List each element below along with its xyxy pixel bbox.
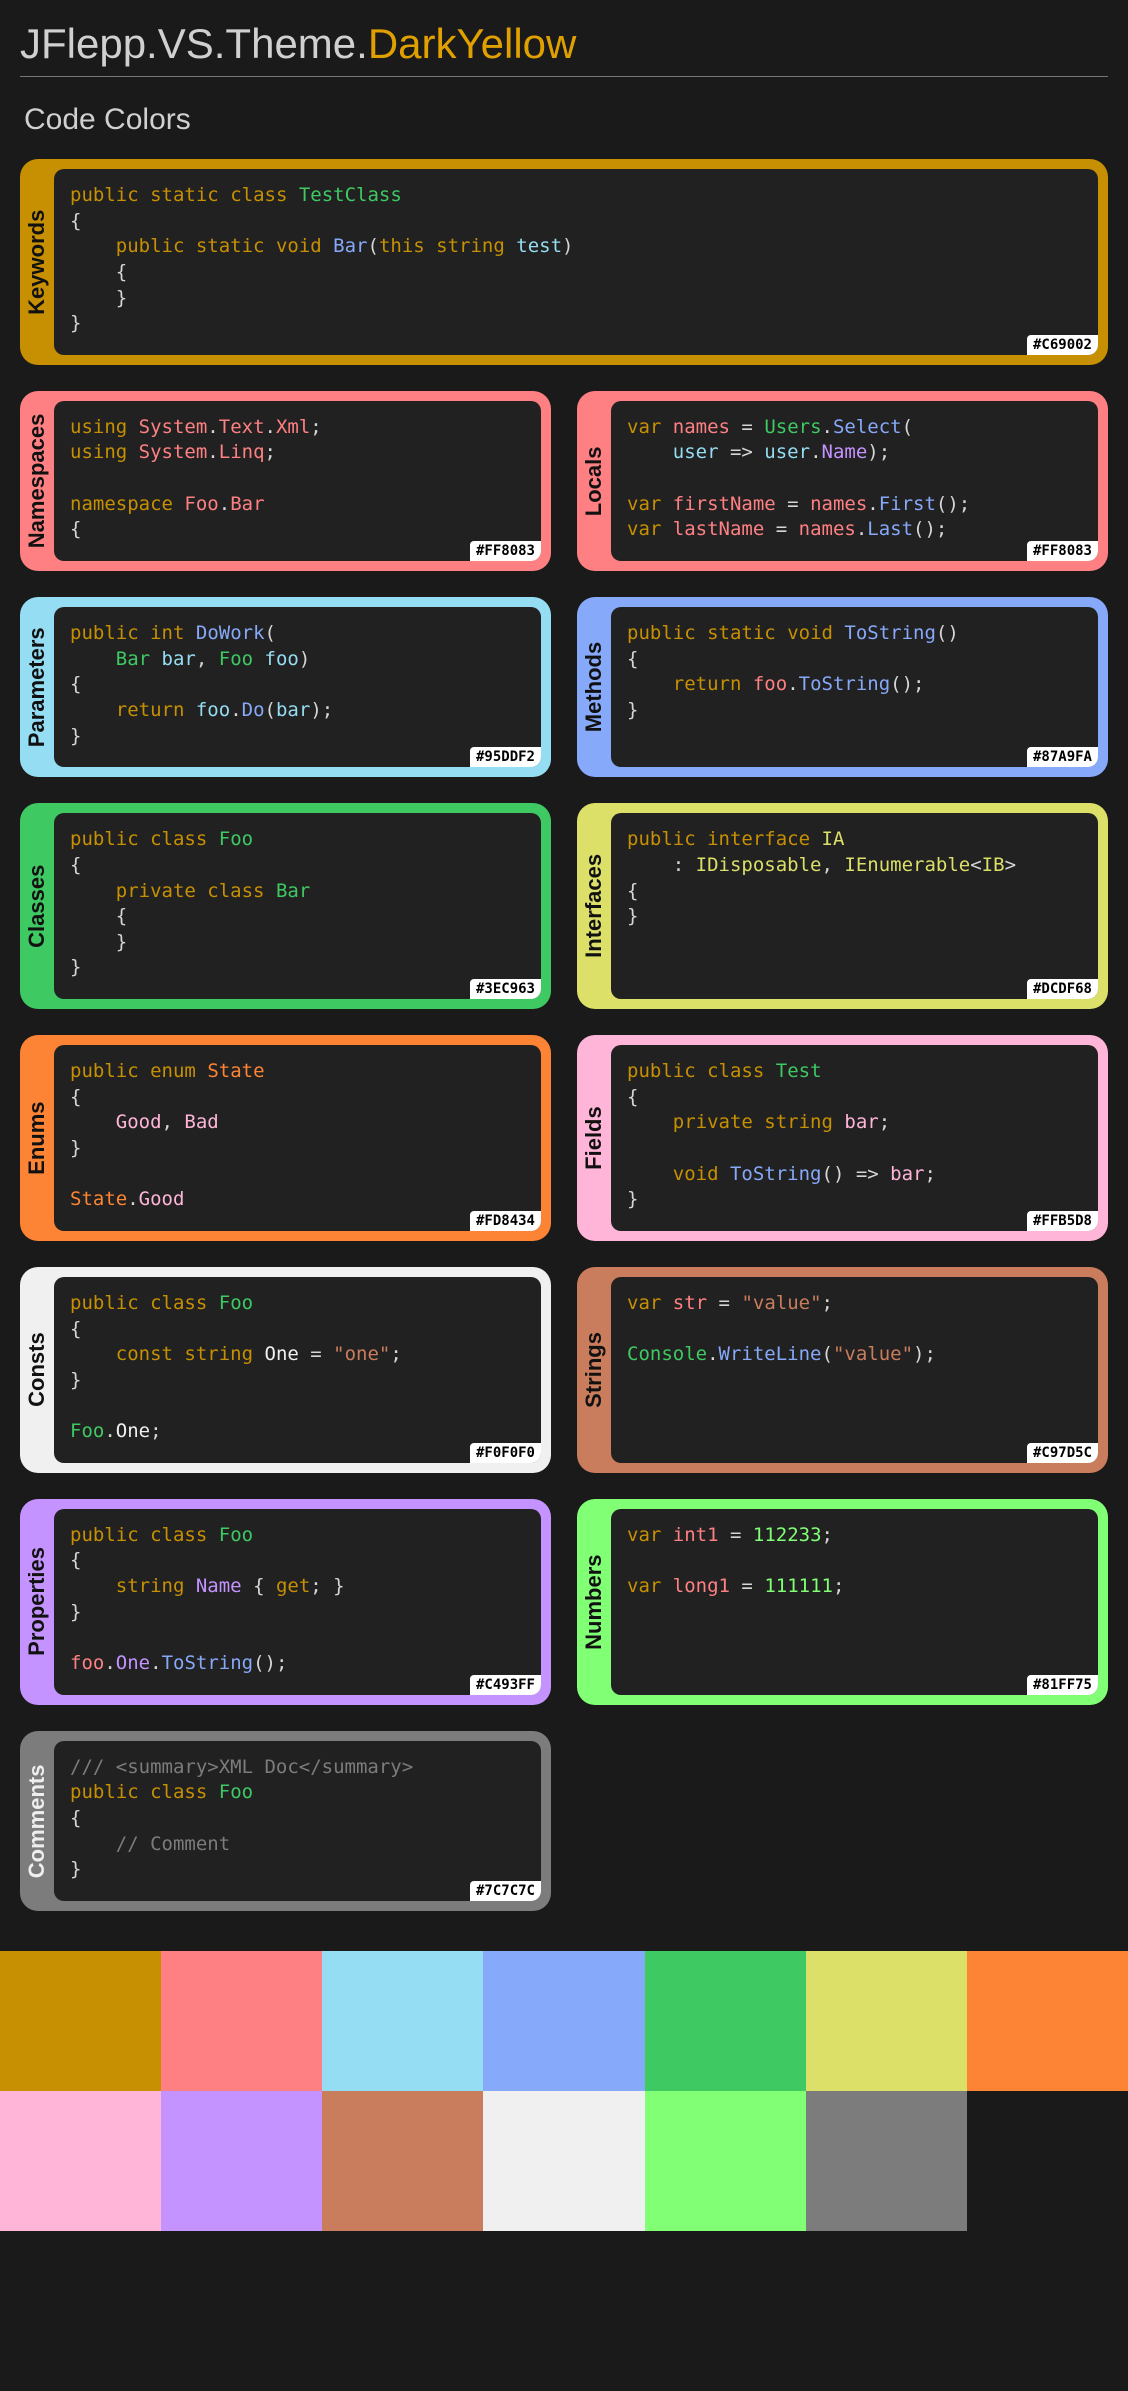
card-label: Methods [577,607,611,767]
palette-swatch [483,1951,644,2091]
palette-swatch [161,1951,322,2091]
card-label: Consts [20,1277,54,1463]
hex-badge: #3EC963 [470,979,541,999]
card-namespaces: Namespaces using System.Text.Xml; using … [20,391,551,571]
hex-badge: #DCDF68 [1027,979,1098,999]
hex-badge: #FFB5D8 [1027,1211,1098,1231]
card-properties: Properties public class Foo { string Nam… [20,1499,551,1705]
code: public enum State { Good, Bad } State.Go… [70,1059,525,1213]
code: public static class TestClass { public s… [70,183,1082,337]
card-label: Strings [577,1277,611,1463]
palette-swatch [0,1951,161,2091]
code-block: using System.Text.Xml; using System.Linq… [54,401,541,561]
card-label: Parameters [20,607,54,767]
palette-swatch [0,2091,161,2231]
card-methods: Methods public static void ToString() { … [577,597,1108,777]
code: var names = Users.Select( user => user.N… [627,415,1082,543]
card-label: Numbers [577,1509,611,1695]
code-block: /// <summary>XML Doc</summary> public cl… [54,1741,541,1901]
hex-badge: #81FF75 [1027,1675,1098,1695]
palette-swatch [322,2091,483,2231]
section-heading: Code Colors [24,103,1108,137]
palette-swatch [967,2091,1128,2231]
card-strings: Strings var str = "value"; Console.Write… [577,1267,1108,1473]
code-block: public int DoWork( Bar bar, Foo foo) { r… [54,607,541,767]
code-block: public static class TestClass { public s… [54,169,1098,355]
palette-swatch [483,2091,644,2231]
code: var int1 = 112233; var long1 = 111111; [627,1523,1082,1600]
card-keywords: Keywords public static class TestClass {… [20,159,1108,365]
card-numbers: Numbers var int1 = 112233; var long1 = 1… [577,1499,1108,1705]
code-block: public static void ToString() { return f… [611,607,1098,767]
card-grid: Keywords public static class TestClass {… [20,159,1108,1911]
title-prefix: JFlepp.VS.Theme. [20,20,368,67]
card-enums: Enums public enum State { Good, Bad } St… [20,1035,551,1241]
code-block: public class Foo { string Name { get; } … [54,1509,541,1695]
card-label: Locals [577,401,611,561]
palette-swatch [967,1951,1128,2091]
palette-swatch [161,2091,322,2231]
palette-swatch [806,1951,967,2091]
code: public class Test { private string bar; … [627,1059,1082,1213]
code-block: public class Test { private string bar; … [611,1045,1098,1231]
hex-badge: #87A9FA [1027,747,1098,767]
palette-swatch [645,2091,806,2231]
code-block: var int1 = 112233; var long1 = 111111; #… [611,1509,1098,1695]
page-title: JFlepp.VS.Theme.DarkYellow [20,20,1108,77]
hex-badge: #F0F0F0 [470,1443,541,1463]
code-block: var str = "value"; Console.WriteLine("va… [611,1277,1098,1463]
hex-badge: #7C7C7C [470,1881,541,1901]
code: using System.Text.Xml; using System.Linq… [70,415,525,543]
code-block: public class Foo { const string One = "o… [54,1277,541,1463]
title-accent: DarkYellow [368,20,577,67]
code-block: public class Foo { private class Bar { }… [54,813,541,999]
code: public int DoWork( Bar bar, Foo foo) { r… [70,621,525,749]
hex-badge: #95DDF2 [470,747,541,767]
hex-badge: #C69002 [1027,335,1098,355]
code-block: var names = Users.Select( user => user.N… [611,401,1098,561]
card-fields: Fields public class Test { private strin… [577,1035,1108,1241]
code: public class Foo { const string One = "o… [70,1291,525,1445]
hex-badge: #FD8434 [470,1211,541,1231]
code-block: public interface IA : IDisposable, IEnum… [611,813,1098,999]
code: var str = "value"; Console.WriteLine("va… [627,1291,1082,1368]
code: public static void ToString() { return f… [627,621,1082,724]
code: public class Foo { private class Bar { }… [70,827,525,981]
card-label: Properties [20,1509,54,1695]
hex-badge: #C97D5C [1027,1443,1098,1463]
hex-badge: #FF8083 [1027,541,1098,561]
color-palette [0,1951,1128,2231]
card-label: Classes [20,813,54,999]
palette-swatch [806,2091,967,2231]
card-label: Keywords [20,169,54,355]
palette-swatch [645,1951,806,2091]
code: public interface IA : IDisposable, IEnum… [627,827,1082,930]
card-parameters: Parameters public int DoWork( Bar bar, F… [20,597,551,777]
card-interfaces: Interfaces public interface IA : IDispos… [577,803,1108,1009]
card-locals: Locals var names = Users.Select( user =>… [577,391,1108,571]
card-label: Namespaces [20,401,54,561]
code: public class Foo { string Name { get; } … [70,1523,525,1677]
hex-badge: #FF8083 [470,541,541,561]
card-label: Comments [20,1741,54,1901]
card-label: Enums [20,1045,54,1231]
code-block: public enum State { Good, Bad } State.Go… [54,1045,541,1231]
code: /// <summary>XML Doc</summary> public cl… [70,1755,525,1883]
card-label: Fields [577,1045,611,1231]
hex-badge: #C493FF [470,1675,541,1695]
card-label: Interfaces [577,813,611,999]
card-consts: Consts public class Foo { const string O… [20,1267,551,1473]
card-classes: Classes public class Foo { private class… [20,803,551,1009]
palette-swatch [322,1951,483,2091]
card-comments: Comments /// <summary>XML Doc</summary> … [20,1731,551,1911]
